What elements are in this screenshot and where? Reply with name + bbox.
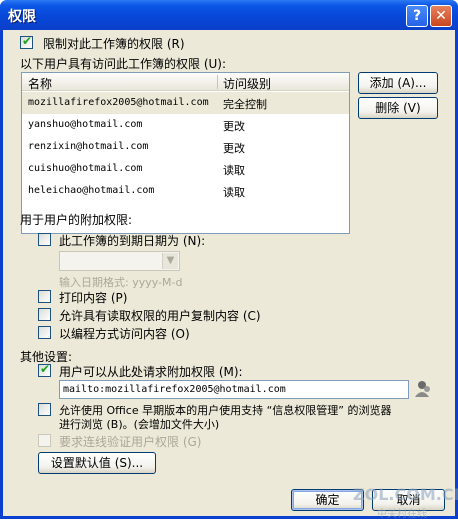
expire-date-combo[interactable]: ▼ bbox=[59, 251, 180, 271]
verify-label: 要求连线验证用户权限 (G) bbox=[59, 435, 202, 449]
request-permission-label: 用户可以从此处请求附加权限 (M): bbox=[59, 365, 243, 379]
window-title: 权限 bbox=[8, 9, 36, 25]
column-header-name[interactable]: 名称 bbox=[28, 75, 52, 92]
users-section-label: 以下用户具有访问此工作簿的权限 (U): bbox=[20, 57, 227, 71]
date-format-hint: 输入日期格式: yyyy-M-d bbox=[59, 276, 183, 289]
request-permission-checkbox[interactable]: ✔ bbox=[38, 362, 51, 377]
set-defaults-button[interactable]: 设置默认值 (S)... bbox=[38, 452, 156, 474]
verify-checkbox[interactable] bbox=[38, 434, 51, 447]
user-name: cuishuo@hotmail.com bbox=[28, 163, 143, 174]
user-name: renzixin@hotmail.com bbox=[28, 141, 149, 152]
watermark-logo: ZOL.COM.CN 中关村在线 bbox=[333, 485, 458, 520]
dropdown-arrow-icon[interactable]: ▼ bbox=[162, 253, 178, 269]
table-row[interactable]: heleichao@hotmail.com 读取 bbox=[22, 180, 349, 202]
request-address-field[interactable] bbox=[60, 381, 408, 398]
user-name: heleichao@hotmail.com bbox=[28, 185, 155, 196]
users-list[interactable]: 名称 访问级别 mozillafirefox2005@hotmail.com 完… bbox=[21, 72, 350, 234]
restrict-checkbox[interactable]: ✔ bbox=[20, 34, 33, 49]
print-checkbox[interactable] bbox=[38, 290, 51, 303]
add-user-button[interactable]: 添加 (A)... bbox=[358, 72, 438, 94]
table-row[interactable]: renzixin@hotmail.com 更改 bbox=[22, 136, 349, 158]
additional-permissions-label: 用于用户的附加权限: bbox=[20, 213, 133, 227]
watermark-text: ZOL.COM.CN bbox=[353, 485, 458, 504]
user-name: yanshuo@hotmail.com bbox=[28, 119, 143, 130]
address-book-icon[interactable] bbox=[414, 379, 432, 399]
table-row[interactable]: yanshuo@hotmail.com 更改 bbox=[22, 114, 349, 136]
copy-checkbox[interactable] bbox=[38, 308, 51, 321]
checkmark-icon: ✔ bbox=[22, 34, 33, 48]
older-office-label-line2: 进行浏览 (B)。(会增加文件大小) bbox=[59, 418, 220, 431]
users-list-header: 名称 访问级别 bbox=[22, 73, 349, 91]
user-access-level: 更改 bbox=[223, 142, 245, 155]
user-access-level: 读取 bbox=[223, 186, 245, 199]
remove-user-button[interactable]: 删除 (V) bbox=[358, 97, 438, 119]
user-access-level: 完全控制 bbox=[223, 98, 267, 111]
expire-checkbox[interactable] bbox=[38, 233, 51, 246]
checkmark-icon: ✔ bbox=[40, 362, 51, 376]
programmatic-access-checkbox[interactable] bbox=[38, 326, 51, 339]
print-label: 打印内容 (P) bbox=[59, 291, 128, 305]
restrict-label: 限制对此工作簿的权限 (R) bbox=[43, 37, 185, 51]
user-access-level: 更改 bbox=[223, 120, 245, 133]
help-icon[interactable]: ? bbox=[406, 5, 428, 27]
column-divider[interactable] bbox=[217, 75, 218, 89]
dialog-body: ✔ 限制对此工作簿的权限 (R) 以下用户具有访问此工作簿的权限 (U): 名称… bbox=[3, 30, 458, 520]
programmatic-access-label: 以编程方式访问内容 (O) bbox=[59, 327, 190, 341]
permission-dialog: 权限 ? ✕ ✔ 限制对此工作簿的权限 (R) 以下用户具有访问此工作簿的权限 … bbox=[0, 0, 458, 520]
user-access-level: 读取 bbox=[223, 164, 245, 177]
expire-label: 此工作簿的到期日期为 (N): bbox=[59, 234, 206, 248]
close-icon[interactable]: ✕ bbox=[430, 5, 452, 27]
watermark-subtext: 中关村在线 bbox=[377, 509, 427, 520]
copy-label: 允许具有读取权限的用户复制内容 (C) bbox=[59, 309, 261, 323]
older-office-checkbox[interactable] bbox=[38, 403, 51, 416]
table-row[interactable]: cuishuo@hotmail.com 读取 bbox=[22, 158, 349, 180]
request-address-input[interactable] bbox=[59, 380, 409, 399]
table-row[interactable]: mozillafirefox2005@hotmail.com 完全控制 bbox=[22, 92, 349, 114]
user-name: mozillafirefox2005@hotmail.com bbox=[28, 97, 209, 108]
title-bar[interactable]: 权限 ? ✕ bbox=[0, 0, 458, 30]
column-header-access[interactable]: 访问级别 bbox=[223, 75, 271, 92]
